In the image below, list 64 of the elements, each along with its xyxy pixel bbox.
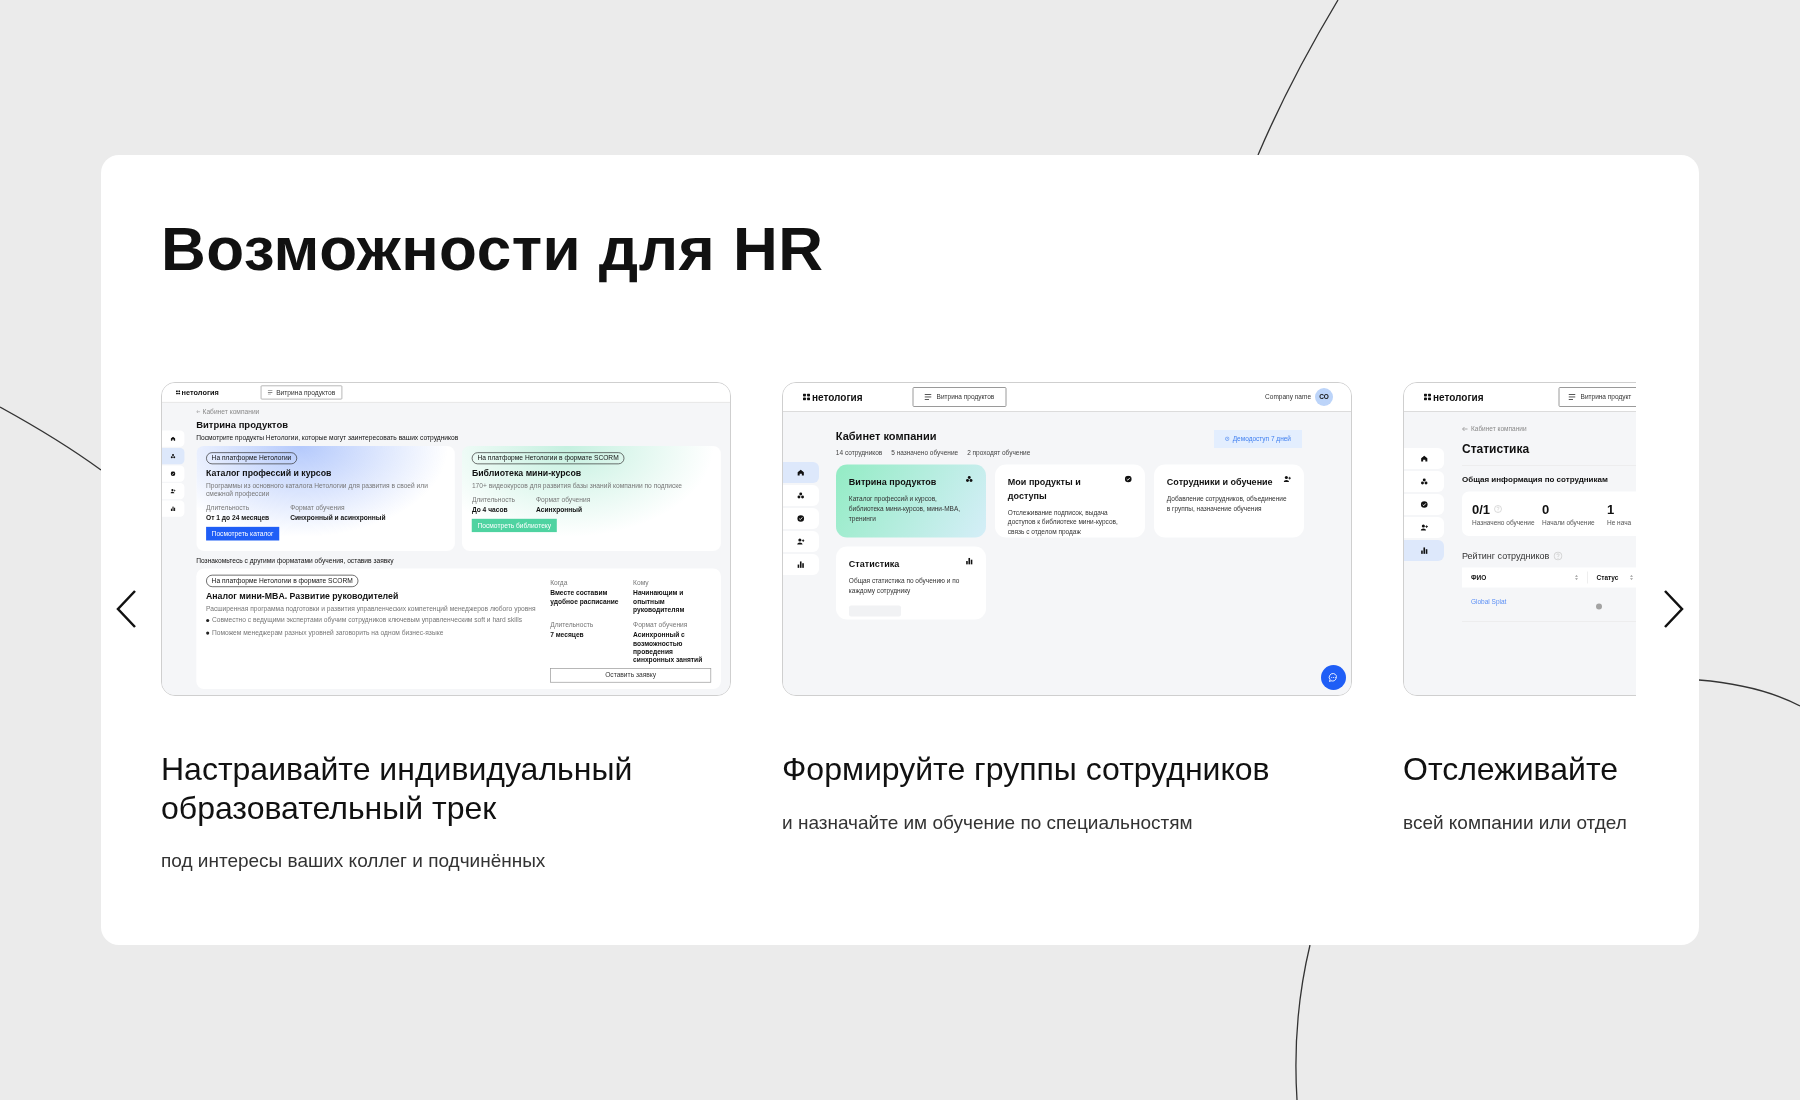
home-icon — [1420, 455, 1428, 463]
sidebar-item[interactable] — [162, 448, 185, 465]
page-heading: Возможности для HR — [161, 213, 825, 285]
card-title: Аналог мини-MBA. Развитие руководителей — [206, 590, 400, 604]
page-title: Кабинет компании — [835, 429, 938, 445]
logo-icon — [176, 390, 181, 395]
menu-icon — [924, 394, 932, 401]
section-title: Рейтинг сотрудников — [1462, 549, 1550, 563]
section-title: Общая информация по сотрудникам — [1462, 474, 1609, 486]
slide-subtitle: под интересы ваших коллег и подчинённых — [161, 849, 547, 874]
sidebar-item[interactable] — [783, 554, 819, 576]
slide-title: Формируйте группы сотрудников — [782, 750, 1271, 789]
slide-subtitle: всей компании или отдел — [1403, 810, 1628, 835]
home-icon — [797, 469, 805, 477]
user-plus-icon — [1283, 475, 1291, 484]
three-dots-icon — [965, 475, 973, 484]
bullet-icon — [206, 619, 210, 623]
chat-button[interactable] — [1321, 665, 1346, 691]
sort-icon — [1630, 575, 1633, 581]
menu-icon — [1568, 394, 1576, 401]
three-dots-icon — [170, 453, 176, 460]
sidebar-item[interactable] — [162, 466, 185, 483]
user-plus-icon — [170, 488, 176, 495]
logo-icon — [803, 393, 810, 401]
chevron-left-icon — [115, 589, 137, 629]
sidebar-item[interactable] — [1404, 494, 1444, 516]
metric-value: 0/1 — [1472, 502, 1491, 516]
metric-value: 0 — [1542, 502, 1550, 516]
user-plus-icon — [797, 538, 805, 546]
page-title: Статистика — [1462, 440, 1636, 466]
check-circle-icon — [797, 515, 805, 523]
slide-title: Отслеживайте — [1403, 750, 1619, 789]
sidebar-item[interactable] — [783, 462, 819, 484]
home-icon — [170, 436, 176, 442]
metric-value: 1 — [1607, 502, 1615, 516]
bar-chart-icon — [797, 561, 805, 569]
bar-chart-icon — [965, 557, 973, 566]
chevron-right-icon — [1663, 589, 1685, 629]
card-title: Витрина продуктов — [848, 476, 937, 490]
sidebar-item[interactable] — [162, 431, 185, 448]
page-title: Витрина продуктов — [196, 418, 289, 433]
slide-subtitle: и назначайте им обучение по специальностям — [782, 810, 1194, 835]
logo-text: нетология — [1433, 390, 1484, 405]
logo-text: нетология — [812, 390, 863, 405]
bar-chart-icon — [1420, 547, 1428, 555]
user-plus-icon — [1420, 524, 1428, 532]
three-dots-icon — [1420, 478, 1428, 486]
card-title: Библиотека мини-курсов — [471, 467, 583, 481]
logo-icon — [1424, 393, 1431, 401]
card-title: Мои продукты и доступы — [1007, 476, 1082, 503]
card-title: Сотрудники и обучение — [1166, 476, 1273, 490]
check-circle-icon — [1420, 501, 1428, 509]
bar-chart-icon — [170, 506, 176, 512]
sidebar-item[interactable] — [1404, 448, 1444, 470]
check-circle-icon — [1124, 475, 1132, 484]
card-title: Каталог профессий и курсов — [206, 467, 333, 481]
menu-icon — [267, 390, 273, 395]
bullet-icon — [206, 631, 210, 636]
card-title: Статистика — [848, 558, 900, 572]
sort-icon — [1575, 575, 1578, 581]
sidebar-item[interactable] — [783, 508, 819, 530]
three-dots-icon — [797, 492, 805, 500]
slide-title: Настраивайте индивидуальный образовательный трек — [161, 750, 634, 828]
check-circle-icon — [170, 471, 176, 477]
